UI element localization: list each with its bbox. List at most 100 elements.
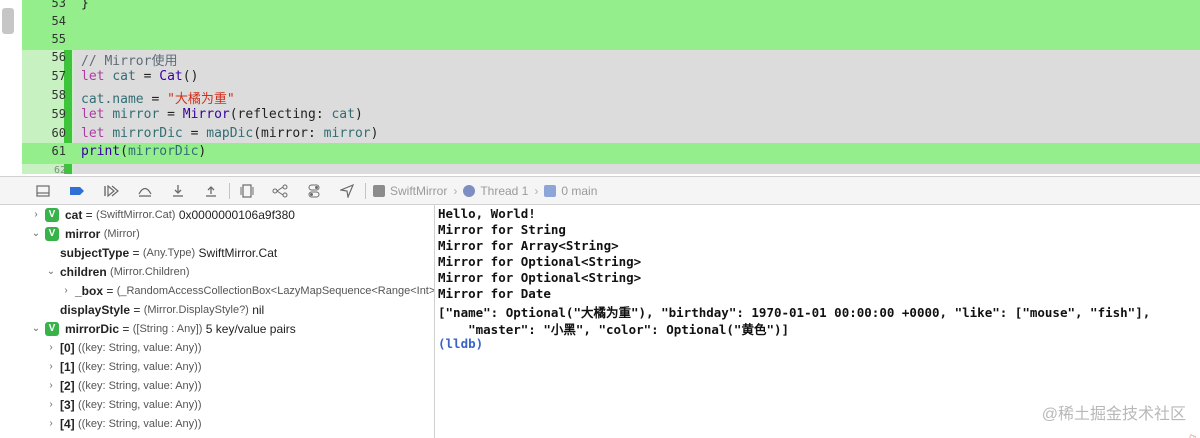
navigator-strip [0,0,22,174]
variable-type: ([String : Any]) [132,322,203,335]
code-line-54[interactable]: 54 [22,13,1200,32]
variable-type: (_RandomAccessCollectionBox<LazyMapSeque… [116,284,434,297]
code-text: } [81,0,89,11]
step-into-icon[interactable] [167,181,189,201]
step-over-icon[interactable] [134,181,156,201]
environment-overrides-icon[interactable] [303,181,325,201]
view-hierarchy-icon[interactable] [236,181,258,201]
variable-separator: = [130,302,144,317]
disclosure-arrow-icon[interactable]: › [45,361,57,372]
variable-name: [1] [60,359,75,374]
line-number: 55 [51,32,66,46]
breadcrumb: SwiftMirror › Thread 1 › 0 main [373,183,597,199]
breakpoint-toggle-icon[interactable] [66,181,88,201]
code-line-58[interactable]: 58 cat.name = "大橘为重" [22,87,1200,107]
breadcrumb-item-frame[interactable]: 0 main [561,184,597,198]
variable-type: (Any.Type) [142,246,196,259]
variable-separator: = [129,245,143,260]
variable-badge-icon: V [45,226,59,241]
variable-name: displayStyle [60,302,131,317]
disclosure-arrow-icon[interactable]: ⌄ [30,323,42,334]
variable-row[interactable]: › V cat = (SwiftMirror.Cat) 0x0000000106… [30,205,295,224]
breadcrumb-item-target[interactable]: SwiftMirror [390,184,447,198]
console-output[interactable]: Hello, World! Mirror for String Mirror f… [435,205,1200,438]
disclosure-arrow-icon[interactable]: ⌄ [30,228,42,239]
variable-name: mirrorDic [65,321,120,336]
chevron-right-icon: › [534,184,539,198]
line-number: 62 [53,165,66,174]
variable-row[interactable]: › [2] ((key: String, value: Any)) [45,376,202,395]
variable-type: (Mirror) [103,227,140,240]
code-line-62[interactable]: 62 [22,164,1200,174]
memory-graph-icon[interactable] [269,181,291,201]
line-number: 58 [51,88,66,102]
code-editor[interactable]: 53 } 54 55 56 // Mirror使用 57 let cat = C… [0,0,1200,174]
variables-view[interactable]: › V cat = (SwiftMirror.Cat) 0x0000000106… [0,205,434,438]
chevron-right-icon: › [453,184,458,198]
variable-type: ((key: String, value: Any)) [78,341,202,354]
variable-separator: = [82,207,97,222]
variable-type: ((key: String, value: Any)) [78,360,202,373]
variable-name: [0] [60,340,75,355]
variable-separator: = [103,283,117,298]
code-text: let cat = Cat() [81,69,199,84]
code-line-59[interactable]: 59 let mirror = Mirror(reflecting: cat) [22,106,1200,125]
lldb-prompt[interactable]: (lldb) [438,336,483,351]
code-line-53[interactable]: 53 } [22,0,1200,14]
code-text: cat.name = "大橘为重" [81,92,235,107]
continue-icon[interactable] [100,181,122,201]
app-target-icon [373,185,385,197]
variable-badge-icon: V [45,207,59,222]
variable-row[interactable]: › _box = (_RandomAccessCollectionBox<Laz… [60,281,434,300]
variable-name: [4] [60,416,75,431]
disclosure-arrow-icon[interactable]: › [45,399,57,410]
code-line-56[interactable]: 56 // Mirror使用 [22,49,1200,69]
variable-value: 0x0000000106a9f380 [175,207,295,222]
console-line: Mirror for Optional<String> [438,270,642,285]
variable-name: [2] [60,378,75,393]
variable-type: (Mirror.DisplayStyle?) [143,303,249,316]
disclosure-arrow-icon[interactable]: › [30,209,42,220]
console-line: Mirror for Optional<String> [438,254,642,269]
variable-row[interactable]: ⌄ V mirror (Mirror) [30,224,140,243]
variable-row[interactable]: › [0] ((key: String, value: Any)) [45,338,202,357]
variable-type: (Mirror.Children) [110,265,190,278]
line-number: 61 [51,144,66,158]
code-line-61[interactable]: 61 print(mirrorDic) [22,143,1200,164]
variable-row[interactable]: › [4] ((key: String, value: Any)) [45,414,202,433]
line-number: 59 [51,107,66,121]
stack-frame-icon [544,185,557,197]
code-line-55[interactable]: 55 [22,31,1200,50]
variable-type: ((key: String, value: Any)) [78,379,202,392]
step-out-icon[interactable] [200,181,222,201]
disclosure-arrow-icon[interactable]: › [45,380,57,391]
breadcrumb-item-thread[interactable]: Thread 1 [480,184,528,198]
code-line-57[interactable]: 57 let cat = Cat() [22,68,1200,87]
line-number: 53 [51,0,66,10]
thread-icon [463,185,476,197]
disclosure-arrow-icon[interactable]: › [45,418,57,429]
code-line-60[interactable]: 60 let mirrorDic = mapDic(mirror: mirror… [22,125,1200,144]
disclosure-arrow-icon[interactable]: › [45,342,57,353]
variable-badge-icon: V [45,321,59,336]
simulate-location-icon[interactable] [336,181,358,201]
variable-row[interactable]: ⌄ children (Mirror.Children) [45,262,190,281]
disclosure-arrow-icon[interactable]: ⌄ [45,266,57,277]
variable-row[interactable]: › [3] ((key: String, value: Any)) [45,395,202,414]
console-line: Mirror for Array<String> [438,238,619,253]
line-number: 54 [51,14,66,28]
console-line: Hello, World! [438,206,536,221]
hide-debug-area-icon[interactable] [32,181,54,201]
variable-name: [3] [60,397,75,412]
variable-row[interactable]: › [1] ((key: String, value: Any)) [45,357,202,376]
variable-type: ((key: String, value: Any)) [78,417,202,430]
navigator-handle[interactable] [2,8,14,34]
variable-separator: = [119,321,133,336]
disclosure-arrow-icon[interactable]: › [60,285,72,296]
variable-type: ((key: String, value: Any)) [78,398,202,411]
variable-row[interactable]: displayStyle = (Mirror.DisplayStyle?) ni… [45,300,264,319]
variable-row[interactable]: subjectType = (Any.Type) SwiftMirror.Cat [45,243,277,262]
variable-row[interactable]: ⌄ V mirrorDic = ([String : Any]) 5 key/v… [30,319,296,338]
debug-bar: SwiftMirror › Thread 1 › 0 main [0,176,1200,205]
variable-type: (SwiftMirror.Cat) [96,208,176,221]
